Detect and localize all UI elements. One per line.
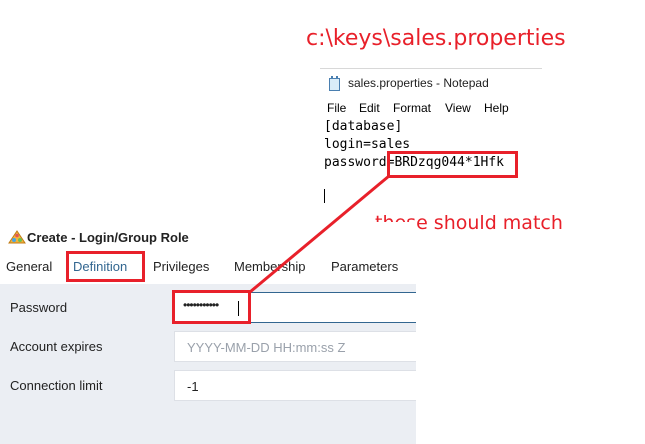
password-field-highlight — [172, 290, 251, 324]
connection-limit-label: Connection limit — [10, 378, 103, 393]
dialog-tabs: General Definition Privileges Membership… — [0, 252, 416, 282]
dialog-title-text: Create - Login/Group Role — [27, 230, 189, 245]
notepad-menubar: File Edit Format View Help — [320, 98, 542, 116]
notepad-titlebar: sales.properties - Notepad — [320, 68, 542, 97]
file-path-caption: c:\keys\sales.properties — [306, 26, 566, 51]
menu-edit[interactable]: Edit — [359, 101, 380, 115]
menu-help[interactable]: Help — [484, 101, 509, 115]
menu-view[interactable]: View — [445, 101, 471, 115]
definition-tab-highlight — [66, 251, 145, 282]
password-label: Password — [10, 300, 68, 315]
password-value-highlight — [387, 151, 518, 178]
login-role-icon — [8, 230, 26, 244]
editor-line: login=sales — [324, 137, 411, 152]
menu-file[interactable]: File — [327, 101, 346, 115]
notepad-icon — [329, 76, 340, 91]
notepad-title: sales.properties - Notepad — [348, 76, 489, 90]
form-row-account-expires: Account expires YYYY-MM-DD HH:mm:ss Z — [0, 327, 416, 366]
tab-privileges[interactable]: Privileges — [153, 259, 209, 274]
notepad-window: sales.properties - Notepad File Edit For… — [320, 68, 542, 218]
tab-parameters[interactable]: Parameters — [331, 259, 398, 274]
connection-limit-field[interactable]: -1 — [174, 370, 416, 401]
tab-general[interactable]: General — [6, 259, 52, 274]
create-role-dialog: Create - Login/Group Role General Defini… — [0, 222, 416, 444]
account-expires-placeholder: YYYY-MM-DD HH:mm:ss Z — [187, 340, 346, 355]
connection-limit-value: -1 — [187, 379, 199, 394]
form-row-connection-limit: Connection limit -1 — [0, 366, 416, 405]
editor-line: [database] — [324, 119, 403, 134]
account-expires-label: Account expires — [10, 339, 103, 354]
menu-format[interactable]: Format — [393, 101, 431, 115]
text-caret — [324, 189, 325, 203]
tab-membership[interactable]: Membership — [234, 259, 306, 274]
account-expires-field[interactable]: YYYY-MM-DD HH:mm:ss Z — [174, 331, 416, 362]
